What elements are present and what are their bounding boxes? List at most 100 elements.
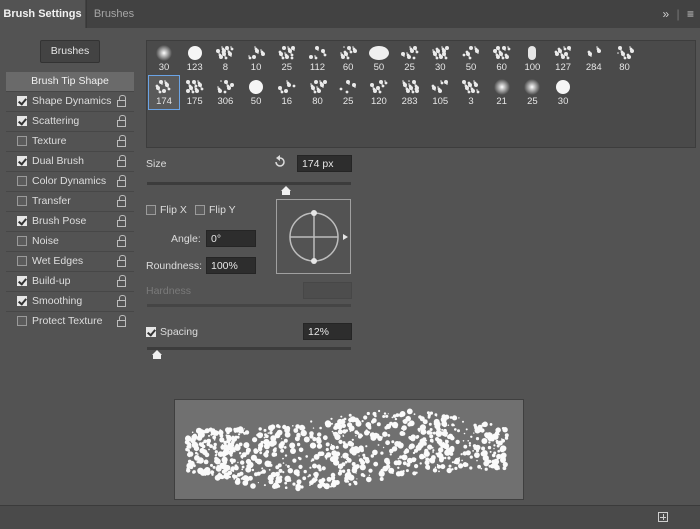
spacing-slider-thumb[interactable] bbox=[152, 350, 163, 359]
sidebar-checkbox[interactable] bbox=[17, 116, 27, 126]
brush-tip[interactable]: 284 bbox=[579, 42, 609, 75]
brush-tip[interactable]: 8 bbox=[210, 42, 240, 75]
brush-tip[interactable]: 175 bbox=[180, 76, 210, 109]
tab-brushes[interactable]: Brushes bbox=[86, 0, 141, 28]
sidebar-item-color-dynamics[interactable]: Color Dynamics bbox=[6, 171, 134, 191]
brush-tip[interactable]: 30 bbox=[149, 42, 179, 75]
brush-tip[interactable]: 60 bbox=[487, 42, 517, 75]
brush-tip[interactable]: 283 bbox=[395, 76, 425, 109]
brush-tip[interactable]: 50 bbox=[456, 42, 486, 75]
brush-tip[interactable]: 120 bbox=[364, 76, 394, 109]
flip-y-checkbox[interactable] bbox=[195, 205, 205, 215]
sidebar-checkbox[interactable] bbox=[17, 96, 27, 106]
size-slider-track[interactable] bbox=[147, 182, 351, 185]
brush-tip[interactable]: 25 bbox=[272, 42, 302, 75]
angle-label: Angle: bbox=[171, 233, 201, 245]
lock-icon[interactable] bbox=[117, 195, 127, 207]
lock-icon[interactable] bbox=[117, 135, 127, 147]
brush-tip[interactable]: 123 bbox=[180, 42, 210, 75]
sidebar-item-noise[interactable]: Noise bbox=[6, 231, 134, 251]
reset-arrow-icon[interactable] bbox=[273, 155, 287, 169]
size-field[interactable]: 174 px bbox=[297, 155, 352, 172]
brush-tip-size: 30 bbox=[557, 96, 569, 107]
brush-tip[interactable]: 16 bbox=[272, 76, 302, 109]
lock-icon[interactable] bbox=[117, 255, 127, 267]
brush-tip[interactable]: 127 bbox=[548, 42, 578, 75]
sidebar-item-scattering[interactable]: Scattering bbox=[6, 111, 134, 131]
sidebar-checkbox[interactable] bbox=[17, 276, 27, 286]
brush-tip[interactable]: 80 bbox=[303, 76, 333, 109]
sidebar-checkbox[interactable] bbox=[17, 176, 27, 186]
sidebar-item-texture[interactable]: Texture bbox=[6, 131, 134, 151]
angle-field[interactable]: 0° bbox=[206, 230, 256, 247]
brush-tip[interactable]: 25 bbox=[517, 76, 547, 109]
sidebar-item-shape-dynamics[interactable]: Shape Dynamics bbox=[6, 91, 134, 111]
brush-tip[interactable]: 174 bbox=[148, 75, 180, 110]
size-slider-thumb[interactable] bbox=[280, 186, 291, 195]
lock-icon[interactable] bbox=[117, 155, 127, 167]
brush-tip[interactable]: 105 bbox=[425, 76, 455, 109]
brush-tip-size: 3 bbox=[468, 96, 474, 107]
double-chevron-right-icon[interactable]: » bbox=[662, 7, 669, 21]
tab-brush-settings[interactable]: Brush Settings bbox=[0, 0, 85, 28]
brush-tip[interactable]: 30 bbox=[425, 42, 455, 75]
brush-tip[interactable]: 306 bbox=[210, 76, 240, 109]
lock-icon[interactable] bbox=[117, 235, 127, 247]
lock-icon[interactable] bbox=[117, 315, 127, 327]
brush-tip[interactable]: 50 bbox=[241, 76, 271, 109]
brush-tip-size: 100 bbox=[524, 62, 541, 73]
brush-stroke-preview bbox=[174, 399, 524, 500]
sidebar-checkbox[interactable] bbox=[17, 316, 27, 326]
sidebar-item-label: Smoothing bbox=[32, 295, 83, 307]
sidebar-checkbox[interactable] bbox=[17, 236, 27, 246]
flip-x-checkbox[interactable] bbox=[146, 205, 156, 215]
brush-tip[interactable]: 50 bbox=[364, 42, 394, 75]
spacing-checkbox[interactable] bbox=[146, 327, 156, 337]
brush-tip[interactable]: 3 bbox=[456, 76, 486, 109]
brush-tip[interactable]: 112 bbox=[303, 42, 333, 75]
sidebar-checkbox[interactable] bbox=[17, 296, 27, 306]
lock-icon[interactable] bbox=[117, 95, 127, 107]
angle-roundness-widget[interactable] bbox=[276, 199, 351, 274]
spacing-field[interactable]: 12% bbox=[303, 323, 352, 340]
sidebar-item-label: Brush Tip Shape bbox=[31, 75, 109, 87]
sidebar-checkbox[interactable] bbox=[17, 256, 27, 266]
brush-tip[interactable]: 21 bbox=[487, 76, 517, 109]
sidebar-item-brush-tip-shape[interactable]: Brush Tip Shape bbox=[6, 72, 134, 91]
brushes-button[interactable]: Brushes bbox=[40, 40, 100, 63]
tab-tools: » | ≡ bbox=[658, 0, 694, 28]
brush-tip[interactable]: 10 bbox=[241, 42, 271, 75]
brush-settings-panel: Brush Settings Brushes » | ≡ Brushes Bru… bbox=[0, 0, 700, 529]
brush-tip[interactable]: 80 bbox=[610, 42, 640, 75]
brush-tip-size: 25 bbox=[342, 96, 354, 107]
lock-icon[interactable] bbox=[117, 115, 127, 127]
sidebar-checkbox[interactable] bbox=[17, 216, 27, 226]
lock-icon[interactable] bbox=[117, 175, 127, 187]
sidebar-item-build-up[interactable]: Build-up bbox=[6, 271, 134, 291]
brush-tip[interactable]: 30 bbox=[548, 76, 578, 109]
hamburger-menu-icon[interactable]: ≡ bbox=[687, 7, 694, 21]
sidebar-item-brush-pose[interactable]: Brush Pose bbox=[6, 211, 134, 231]
sidebar-item-smoothing[interactable]: Smoothing bbox=[6, 291, 134, 311]
roundness-field[interactable]: 100% bbox=[206, 257, 256, 274]
lock-icon[interactable] bbox=[117, 215, 127, 227]
sidebar-item-label: Scattering bbox=[32, 115, 80, 127]
sidebar-item-dual-brush[interactable]: Dual Brush bbox=[6, 151, 134, 171]
brush-tip[interactable]: 100 bbox=[517, 42, 547, 75]
brush-tip[interactable]: 25 bbox=[333, 76, 363, 109]
sidebar-item-wet-edges[interactable]: Wet Edges bbox=[6, 251, 134, 271]
sidebar: Brush Tip Shape Shape Dynamics Scattering T… bbox=[6, 72, 134, 331]
create-new-preset-icon[interactable] bbox=[658, 512, 668, 522]
sidebar-item-transfer[interactable]: Transfer bbox=[6, 191, 134, 211]
sidebar-item-label: Build-up bbox=[32, 275, 71, 287]
sidebar-item-protect-texture[interactable]: Protect Texture bbox=[6, 311, 134, 331]
spacing-slider-track[interactable] bbox=[147, 347, 351, 350]
sidebar-checkbox[interactable] bbox=[17, 196, 27, 206]
brush-tip[interactable]: 60 bbox=[333, 42, 363, 75]
brush-tip[interactable]: 25 bbox=[395, 42, 425, 75]
lock-icon[interactable] bbox=[117, 275, 127, 287]
lock-icon[interactable] bbox=[117, 295, 127, 307]
sidebar-checkbox[interactable] bbox=[17, 156, 27, 166]
brush-tip-size: 21 bbox=[496, 96, 507, 107]
sidebar-checkbox[interactable] bbox=[17, 136, 27, 146]
